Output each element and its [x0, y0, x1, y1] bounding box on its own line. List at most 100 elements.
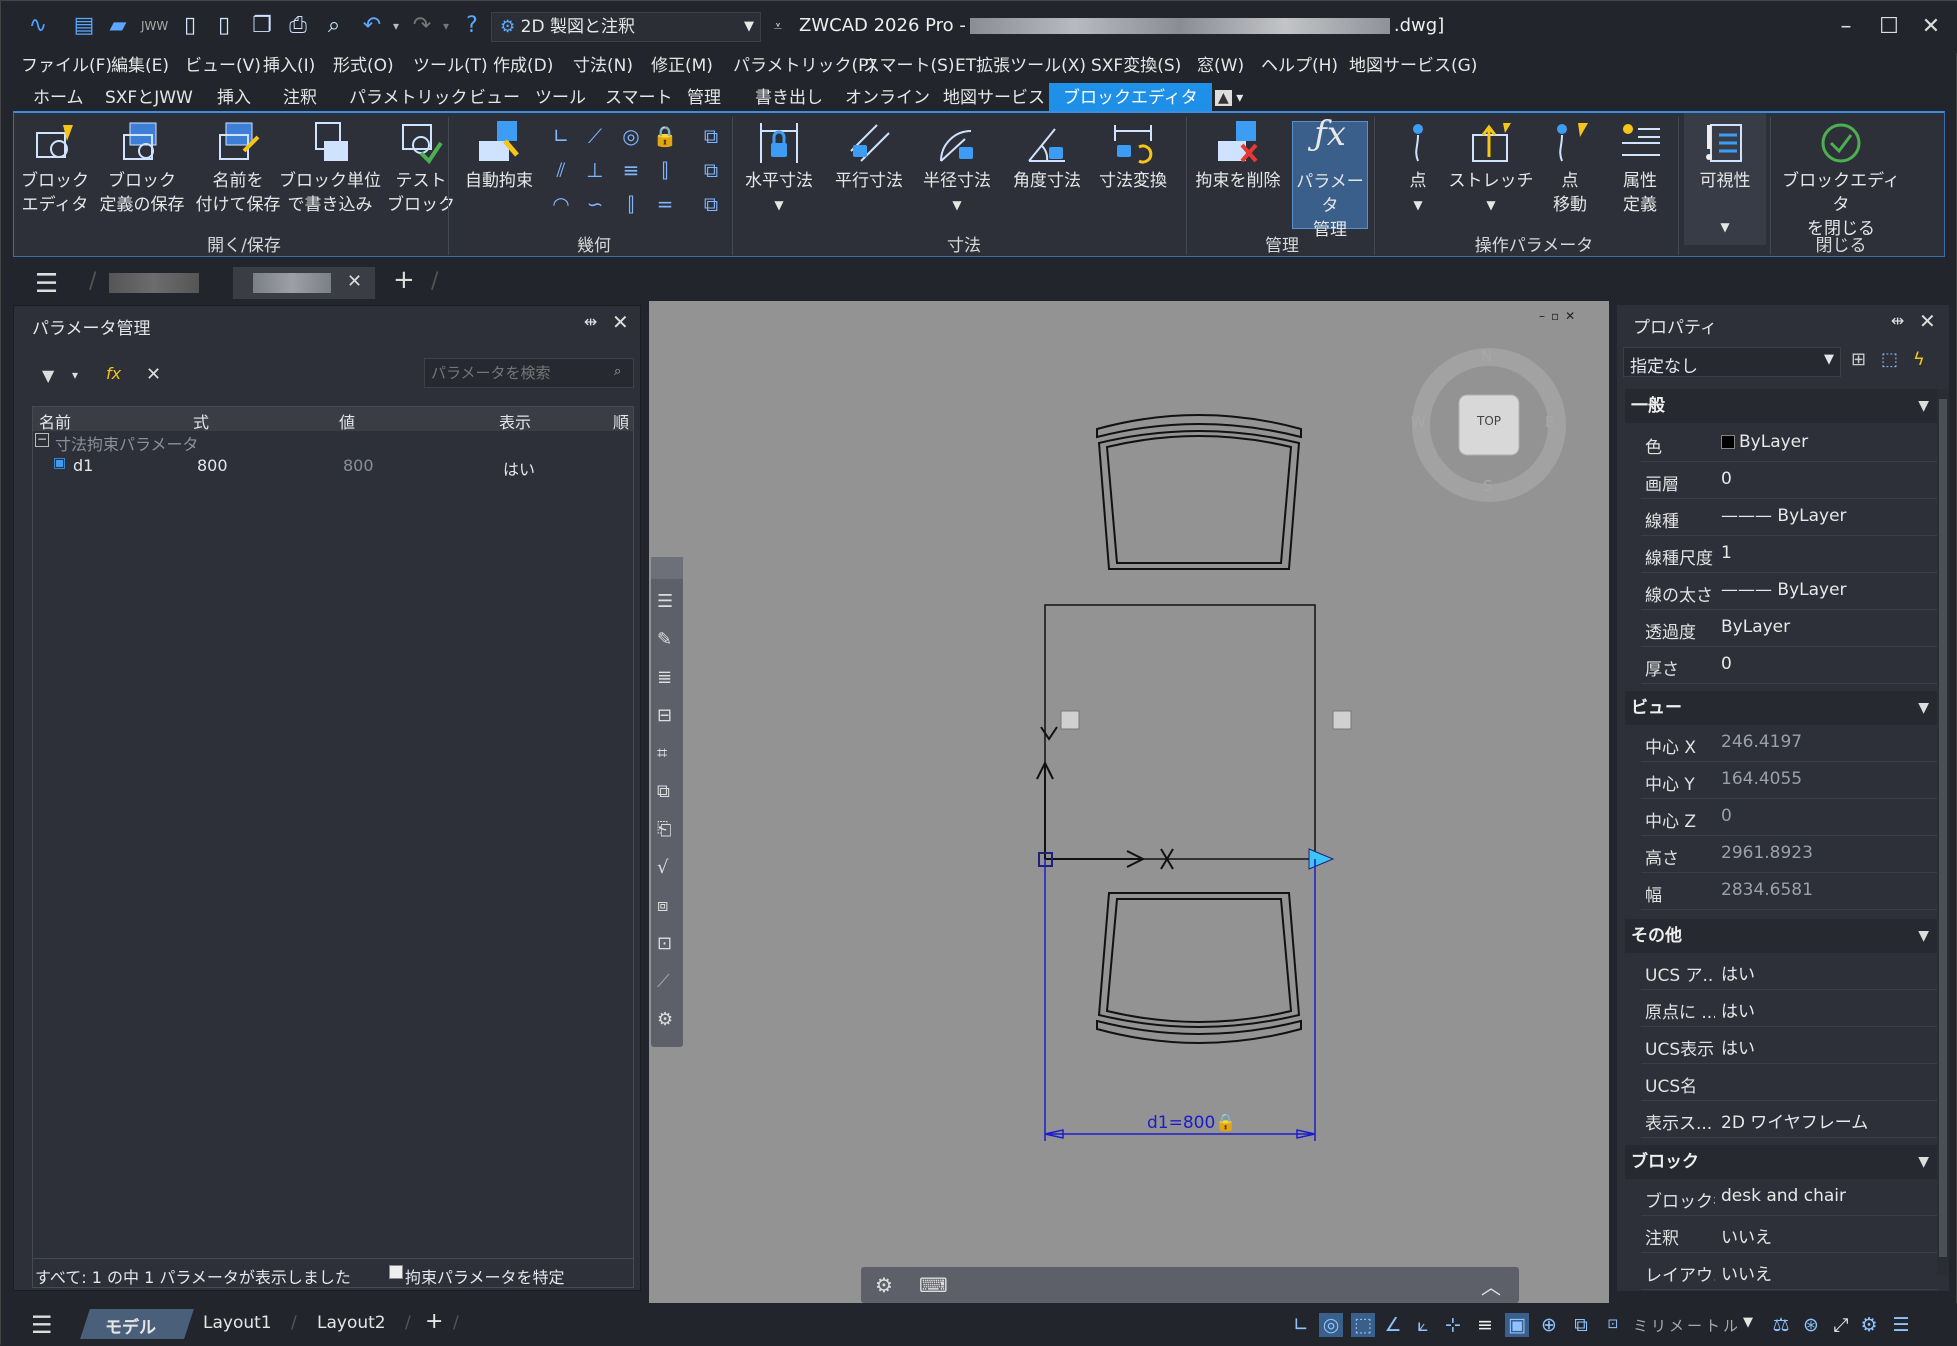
- workspace-select[interactable]: ⚙ 2D 製図と注釈 ▼: [491, 12, 761, 42]
- dynamic-ucs-icon[interactable]: ⟀: [1411, 1313, 1435, 1337]
- property-value[interactable]: はい: [1721, 1034, 1755, 1059]
- ribbon-minimize-icon[interactable]: ▲ ▾: [1209, 83, 1249, 113]
- show-constraint-icon[interactable]: ⧉: [698, 123, 724, 149]
- property-value[interactable]: ByLayer: [1739, 432, 1808, 452]
- property-row[interactable]: レイアウ... いいえ: [1641, 1253, 1937, 1290]
- horizontal-constraint-icon[interactable]: ≡: [618, 157, 644, 183]
- tab-sxf-jww[interactable]: SXFとJWW: [99, 83, 199, 113]
- angular-dim-button[interactable]: 角度寸法: [1004, 121, 1090, 193]
- smooth-icon[interactable]: ∽: [582, 191, 608, 217]
- property-value[interactable]: 164.4055: [1721, 769, 1802, 789]
- tab-parametric[interactable]: パラメトリック: [343, 83, 474, 113]
- property-row[interactable]: UCS表示 はい: [1641, 1027, 1937, 1064]
- annotation-icon[interactable]: ⧉: [1569, 1313, 1593, 1337]
- tab-tools[interactable]: ツール: [529, 83, 592, 113]
- close-tab-icon[interactable]: ✕: [347, 271, 362, 292]
- property-row[interactable]: 色 ByLayer: [1641, 425, 1937, 462]
- units-display[interactable]: ミリメートル: [1633, 1315, 1741, 1336]
- delete-constraint-button[interactable]: 拘束を削除: [1192, 121, 1284, 193]
- dimension-label[interactable]: d1=800🔒: [1147, 1113, 1236, 1133]
- perpendicular-icon[interactable]: ∟: [548, 123, 574, 149]
- units-dropdown-icon[interactable]: ▼: [1743, 1315, 1753, 1330]
- palette-grip[interactable]: [651, 557, 683, 579]
- help-icon[interactable]: ?: [459, 13, 485, 39]
- workspace-gear-icon[interactable]: ⚙: [1857, 1313, 1881, 1337]
- point-param-button[interactable]: 点 ▼: [1392, 121, 1444, 217]
- palette-tool-6-icon[interactable]: ⧉: [657, 781, 670, 802]
- tab-annotate[interactable]: 注釈: [277, 83, 323, 113]
- parallel-icon[interactable]: ⫽: [548, 157, 574, 183]
- property-row[interactable]: 表示ス... 2D ワイヤフレーム: [1641, 1101, 1937, 1138]
- tab-layout1[interactable]: Layout1: [203, 1313, 272, 1333]
- property-value[interactable]: ByLayer: [1721, 617, 1790, 637]
- aligned-dim-button[interactable]: 平行寸法: [826, 121, 912, 193]
- preview-icon[interactable]: ⌕: [321, 13, 347, 39]
- quick-select-icon[interactable]: ϟ: [1913, 349, 1925, 370]
- test-block-button[interactable]: テスト ブロック: [386, 121, 456, 217]
- visibility-button[interactable]: 可視性 ▼: [1684, 113, 1766, 245]
- property-value[interactable]: はい: [1721, 997, 1755, 1022]
- palette-settings-icon[interactable]: ⚙: [657, 1009, 673, 1030]
- polar-icon[interactable]: ◎: [1319, 1313, 1343, 1337]
- grid-snap-icon[interactable]: ∟: [1289, 1313, 1313, 1337]
- menu-format[interactable]: 形式(O): [333, 51, 394, 76]
- property-row[interactable]: UCS ア... はい: [1641, 953, 1937, 990]
- autohide-icon[interactable]: ⇹: [584, 312, 597, 331]
- palette-tool-4-icon[interactable]: ⊟: [657, 705, 672, 726]
- palette-tool-9-icon[interactable]: ⧈: [657, 895, 668, 916]
- property-row[interactable]: 中心 X 246.4197: [1641, 725, 1937, 762]
- properties-scrollbar[interactable]: [1937, 389, 1949, 1275]
- property-value[interactable]: ——— ByLayer: [1721, 580, 1847, 600]
- attribute-definition-button[interactable]: 属性 定義: [1612, 121, 1668, 217]
- property-row[interactable]: 中心 Y 164.4055: [1641, 762, 1937, 799]
- property-row[interactable]: ブロック名 desk and chair: [1641, 1179, 1937, 1216]
- identify-params-checkbox[interactable]: [389, 1265, 403, 1279]
- property-value[interactable]: 0: [1721, 469, 1732, 489]
- equal-icon[interactable]: =: [652, 191, 678, 217]
- tab-map-service[interactable]: 地図サービス: [937, 83, 1051, 113]
- tangent-icon[interactable]: ◠: [548, 191, 574, 217]
- property-value[interactable]: 0: [1721, 806, 1732, 826]
- osnap-icon[interactable]: ⬚: [1351, 1313, 1375, 1337]
- collinear-icon[interactable]: ⟋: [582, 123, 608, 149]
- palette-tool-3-icon[interactable]: ≣: [657, 667, 672, 688]
- doc-tab-active[interactable]: ✕: [233, 267, 375, 299]
- symmetric-icon[interactable]: ⫿: [652, 157, 678, 183]
- vertical-icon[interactable]: ⊥: [582, 157, 608, 183]
- menu-parametric[interactable]: パラメトリック(P): [733, 51, 875, 76]
- tab-model[interactable]: モデル: [105, 1313, 156, 1338]
- wblock-button[interactable]: ブロック単位 で書き込み: [272, 121, 388, 217]
- property-value[interactable]: はい: [1721, 960, 1755, 985]
- transparency-icon[interactable]: ▣: [1505, 1313, 1529, 1337]
- tab-view[interactable]: ビュー: [463, 83, 526, 113]
- undo-icon[interactable]: ↶: [359, 13, 385, 39]
- property-row[interactable]: 高さ 2961.8923: [1641, 836, 1937, 873]
- tab-export[interactable]: 書き出し: [749, 83, 829, 113]
- property-value[interactable]: 246.4197: [1721, 732, 1802, 752]
- column-header-name[interactable]: 名前: [39, 409, 71, 433]
- annotation-scale-icon[interactable]: ⚖: [1769, 1313, 1793, 1337]
- maximize-button[interactable]: ☐: [1869, 9, 1909, 45]
- filter-icon[interactable]: ▼: [42, 366, 54, 385]
- print-icon[interactable]: ⎙: [285, 13, 311, 39]
- palette-tool-11-icon[interactable]: ⟋: [657, 971, 670, 992]
- palette-tool-7-icon[interactable]: ⎗: [657, 819, 671, 840]
- doc-tab-1[interactable]: [109, 273, 199, 293]
- property-value[interactable]: 1: [1721, 543, 1732, 563]
- menu-et-tools[interactable]: ET拡張ツール(X): [955, 51, 1086, 76]
- undo-dropdown-icon[interactable]: ▾: [383, 13, 409, 39]
- property-row[interactable]: 線種 ——— ByLayer: [1641, 499, 1937, 536]
- layout-menu-icon[interactable]: ☰: [31, 1311, 53, 1339]
- fullscreen-icon[interactable]: ⤢: [1829, 1313, 1853, 1337]
- copy-icon[interactable]: ❐: [249, 13, 275, 39]
- palette-tool-1-icon[interactable]: ☰: [657, 591, 673, 612]
- menu-smart[interactable]: スマート(S): [863, 51, 955, 76]
- menu-sxf[interactable]: SXF変換(S): [1091, 51, 1181, 76]
- menu-draw[interactable]: 作成(D): [493, 51, 553, 76]
- tab-online[interactable]: オンライン: [839, 83, 936, 113]
- property-value[interactable]: ——— ByLayer: [1721, 506, 1847, 526]
- close-block-editor-button[interactable]: ブロックエディタ を閉じる: [1776, 121, 1906, 241]
- param-expression[interactable]: 800: [197, 456, 228, 475]
- palette-tool-8-icon[interactable]: √: [657, 857, 668, 878]
- redo-icon[interactable]: ↷: [409, 13, 435, 39]
